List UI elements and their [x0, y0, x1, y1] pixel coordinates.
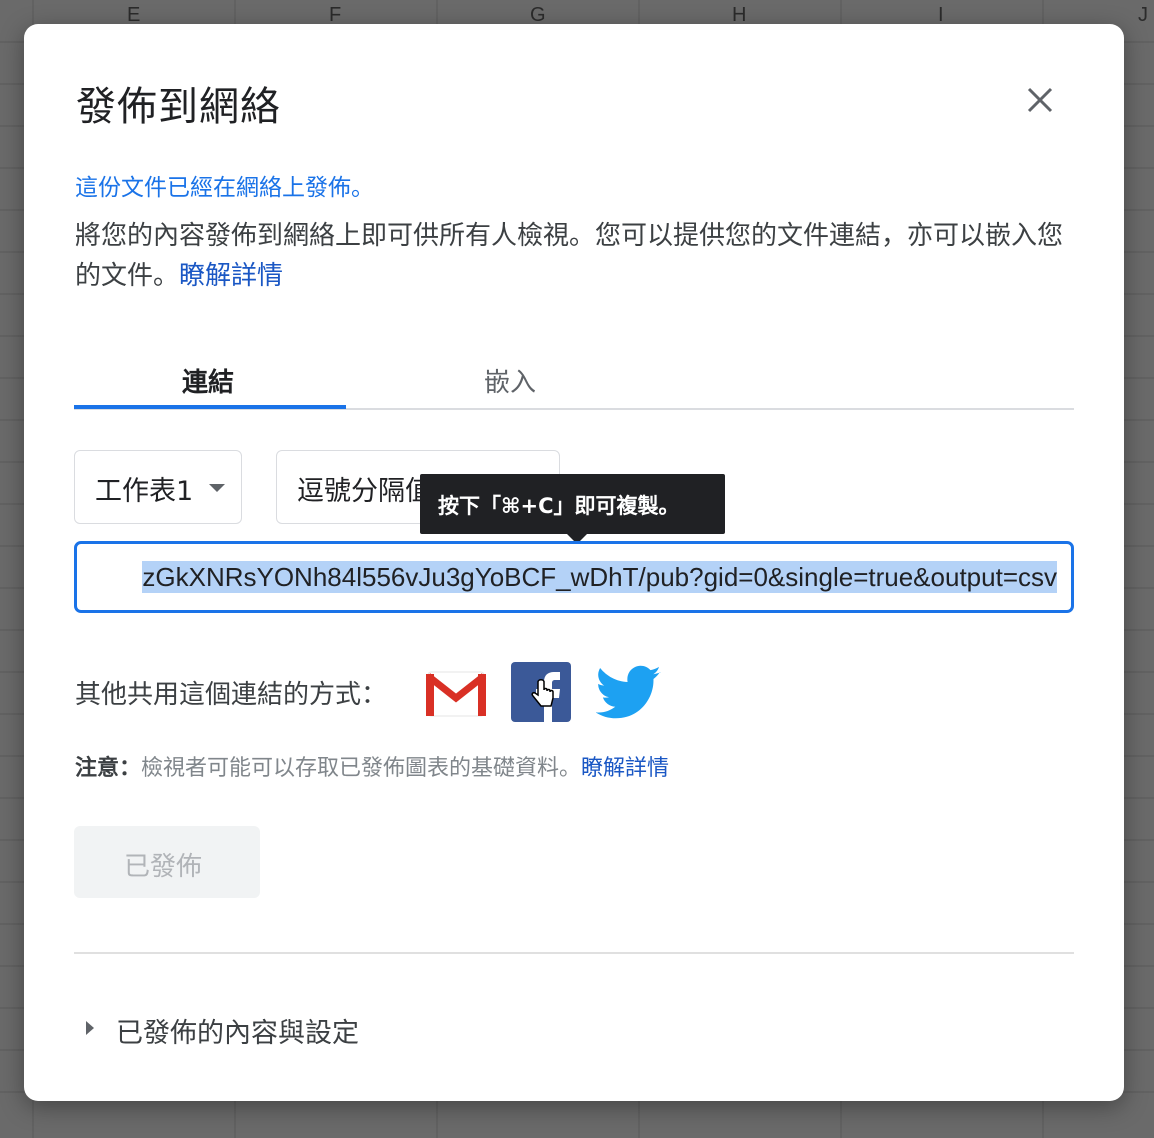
sheet-select-value: 工作表1 [95, 476, 194, 507]
published-url-input[interactable]: zGkXNRsYONh84l556vJu3gYoBCF_wDhT/pub?gid… [74, 541, 1074, 613]
tooltip-text: 按下「⌘+C」即可複製。 [438, 494, 680, 518]
column-header-j: J [1138, 4, 1148, 26]
format-select-value: 逗號分隔值 [297, 476, 432, 507]
copy-tooltip: 按下「⌘+C」即可複製。 [420, 474, 725, 544]
publish-description: 將您的內容發佈到網絡上即可供所有人檢視。您可以提供您的文件連結，亦可以嵌入您的文… [75, 216, 1075, 296]
twitter-share-button[interactable] [595, 664, 662, 726]
close-button[interactable] [1020, 80, 1060, 120]
gmail-share-button[interactable] [424, 666, 488, 726]
published-button-label: 已發佈 [124, 852, 203, 882]
twitter-icon [595, 665, 661, 719]
published-status-text: 這份文件已經在網絡上發佈。 [75, 175, 374, 201]
note-label: 注意： [75, 756, 142, 781]
share-label: 其他共用這個連結的方式： [75, 680, 388, 710]
section-divider [74, 952, 1074, 954]
sheet-select[interactable]: 工作表1 [74, 450, 242, 524]
learn-more-link[interactable]: 瞭解詳情 [179, 261, 283, 291]
publish-to-web-dialog: 發佈到網絡 這份文件已經在網絡上發佈。 將您的內容發佈到網絡上即可供所有人檢視。… [24, 24, 1124, 1101]
selected-url-text: zGkXNRsYONh84l556vJu3gYoBCF_wDhT/pub?gid… [142, 561, 1057, 593]
active-tab-indicator [74, 405, 346, 409]
facebook-share-button[interactable] [511, 662, 571, 726]
published-button[interactable]: 已發佈 [74, 826, 260, 898]
dialog-title: 發佈到網絡 [76, 84, 281, 130]
note-text: 檢視者可能可以存取已發佈圖表的基礎資料。 [141, 756, 582, 781]
data-access-note: 注意：檢視者可能可以存取已發佈圖表的基礎資料。瞭解詳情 [75, 750, 669, 782]
gmail-icon [425, 671, 487, 717]
tab-embed[interactable]: 嵌入 [484, 362, 536, 399]
close-icon [1027, 87, 1053, 113]
expand-arrow-icon [86, 1021, 94, 1035]
tab-link[interactable]: 連結 [182, 362, 234, 399]
chevron-down-icon [209, 484, 225, 492]
tab-bar: 連結 嵌入 [74, 354, 1074, 410]
note-learn-more-link[interactable]: 瞭解詳情 [581, 756, 669, 781]
expander-label: 已發佈的內容與設定 [116, 1018, 359, 1049]
facebook-icon [511, 662, 571, 722]
